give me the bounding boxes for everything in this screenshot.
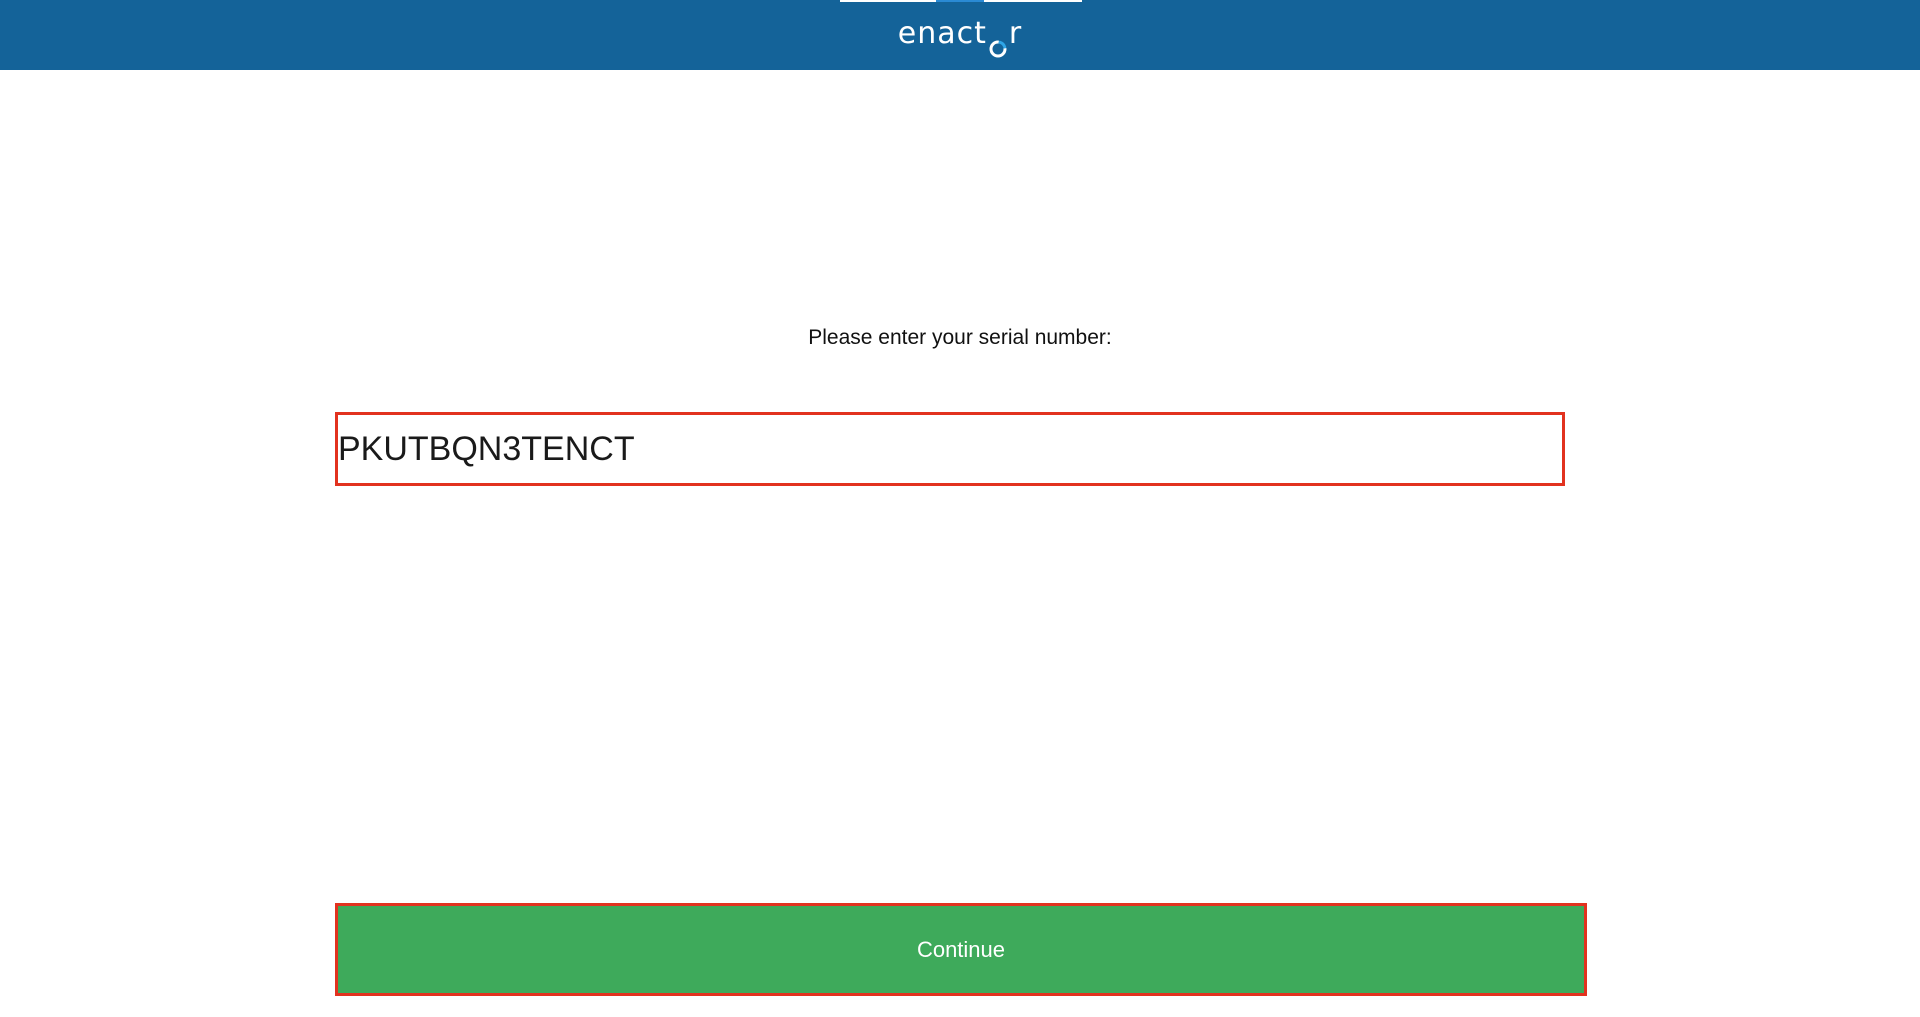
header-strip-right — [984, 0, 1082, 2]
logo-text-prefix: enact — [897, 16, 987, 51]
top-header-bar: enact r — [0, 0, 1920, 70]
header-strip-left — [840, 0, 936, 2]
logo-wordmark: enact r — [897, 12, 1023, 58]
enactor-logo: enact r — [0, 12, 1920, 58]
enactor-o-icon — [989, 27, 1007, 58]
serial-number-input[interactable] — [335, 412, 1565, 486]
logo-text-suffix: r — [1008, 16, 1023, 51]
header-strip-center — [936, 0, 984, 2]
serial-number-prompt: Please enter your serial number: — [808, 326, 1112, 349]
continue-button[interactable]: Continue — [335, 903, 1587, 996]
